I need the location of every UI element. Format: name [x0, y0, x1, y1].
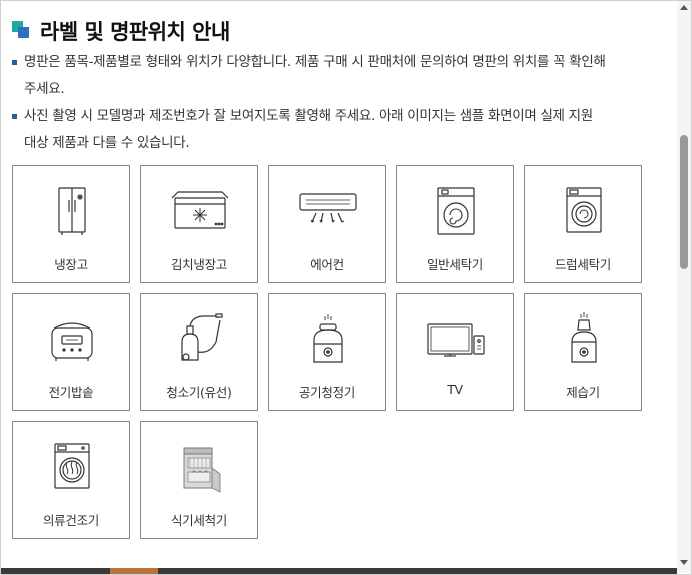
air-conditioner-icon [298, 184, 358, 240]
product-card-dehumidifier[interactable]: 제습기 [524, 293, 642, 411]
product-card-drum-washer[interactable]: 드럼세탁기 [524, 165, 642, 283]
vacuum-cleaner-icon [170, 312, 230, 368]
product-label: 김치냉장고 [170, 257, 227, 272]
product-label: 의류건조기 [42, 513, 99, 528]
product-card-dishwasher[interactable]: 식기세척기 [140, 421, 258, 539]
scroll-down-arrow-icon[interactable] [680, 560, 688, 565]
product-label: 냉장고 [54, 257, 88, 272]
notice-item: 명판은 품목-제품별로 형태와 위치가 다양합니다. 제품 구매 시 판매처에 … [12, 49, 652, 103]
product-card-clothes-dryer[interactable]: 의류건조기 [12, 421, 130, 539]
product-card-air-conditioner[interactable]: 에어컨 [268, 165, 386, 283]
product-label: 에어컨 [310, 257, 344, 272]
refrigerator-icon [42, 184, 102, 240]
page-title: 라벨 및 명판위치 안내 [40, 20, 230, 44]
drum-washer-icon [554, 184, 614, 240]
product-label: 일반세탁기 [426, 257, 483, 272]
bottom-strip [1, 568, 677, 574]
product-card-refrigerator[interactable]: 냉장고 [12, 165, 130, 283]
product-label: 청소기(유선) [166, 385, 232, 400]
product-label: 드럼세탁기 [554, 257, 611, 272]
air-purifier-icon [298, 312, 358, 368]
dehumidifier-icon [554, 312, 614, 368]
clothes-dryer-icon [42, 440, 102, 496]
product-label: 공기청정기 [298, 385, 355, 400]
rice-cooker-icon [42, 312, 102, 368]
tv-icon [426, 312, 486, 368]
product-label: 식기세척기 [170, 513, 227, 528]
product-label: TV [447, 382, 463, 397]
product-label: 전기밥솥 [48, 385, 94, 400]
scrollbar-thumb[interactable] [680, 135, 688, 269]
product-card-rice-cooker[interactable]: 전기밥솥 [12, 293, 130, 411]
bullet-icon [12, 114, 17, 119]
product-card-kimchi-refrigerator[interactable]: 김치냉장고 [140, 165, 258, 283]
bottom-accent [110, 568, 158, 574]
notice-item: 사진 촬영 시 모델명과 제조번호가 잘 보여지도록 촬영해 주세요. 아래 이… [12, 103, 652, 157]
kimchi-refrigerator-icon [170, 184, 230, 240]
bullet-icon [12, 60, 17, 65]
product-card-top-load-washer[interactable]: 일반세탁기 [396, 165, 514, 283]
notice-line: 명판은 품목-제품별로 형태와 위치가 다양합니다. 제품 구매 시 판매처에 … [24, 54, 606, 70]
product-card-air-purifier[interactable]: 공기청정기 [268, 293, 386, 411]
product-label: 제습기 [566, 385, 600, 400]
notice-line: 사진 촬영 시 모델명과 제조번호가 잘 보여지도록 촬영해 주세요. 아래 이… [24, 108, 593, 124]
section-header: 라벨 및 명판위치 안내 [12, 16, 230, 46]
vertical-scrollbar[interactable] [677, 1, 691, 573]
notice-line: 대상 제품과 다를 수 있습니다. [24, 135, 190, 151]
top-load-washer-icon [426, 184, 486, 240]
notice-line: 주세요. [24, 81, 65, 97]
product-card-vacuum-cleaner[interactable]: 청소기(유선) [140, 293, 258, 411]
scroll-up-arrow-icon[interactable] [680, 5, 688, 10]
product-card-tv[interactable]: TV [396, 293, 514, 411]
notice-list: 명판은 품목-제품별로 형태와 위치가 다양합니다. 제품 구매 시 판매처에 … [12, 49, 652, 157]
dishwasher-icon [170, 440, 230, 496]
title-marker-icon [12, 21, 32, 41]
